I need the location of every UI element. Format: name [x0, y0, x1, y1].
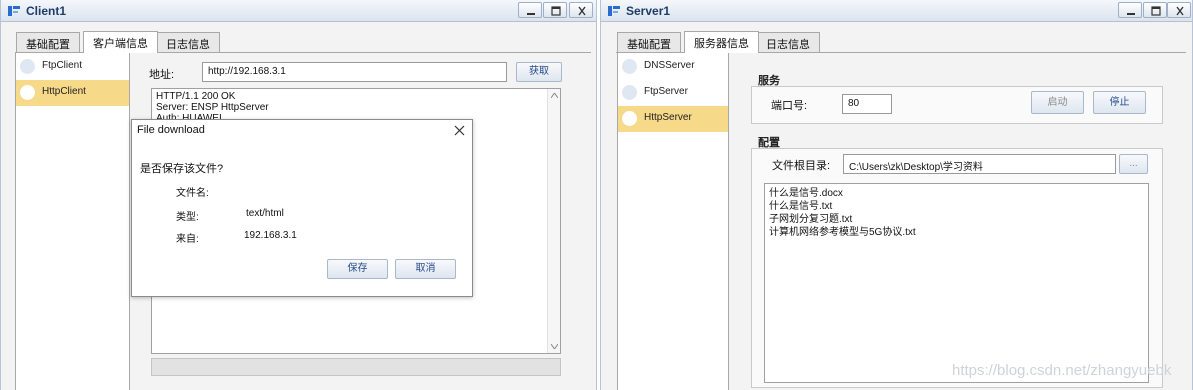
maximize-icon: [551, 6, 561, 16]
client-sidebar: FtpClient HttpClient: [15, 53, 130, 390]
maximize-icon: [1151, 6, 1161, 16]
close-button[interactable]: [569, 2, 593, 18]
httpclient-icon: [20, 85, 35, 100]
sidebar-item-httpserver[interactable]: HttpServer: [618, 106, 728, 132]
ensp-app-icon: [8, 6, 20, 16]
type-value: text/html: [246, 208, 284, 219]
sidebar-item-httpclient[interactable]: HttpClient: [16, 80, 129, 106]
port-input[interactable]: 80: [842, 94, 892, 114]
browse-button[interactable]: ...: [1119, 154, 1148, 174]
server-titlebar[interactable]: Server1: [601, 0, 1192, 22]
scroll-up-icon[interactable]: [551, 93, 558, 98]
dialog-title: File download: [137, 124, 205, 136]
tab-basic-config[interactable]: 基础配置: [617, 32, 681, 52]
from-label: 来自:: [176, 234, 199, 245]
from-value: 192.168.3.1: [244, 230, 297, 241]
list-item[interactable]: 什么是信号.docx: [769, 187, 1144, 200]
minimize-button[interactable]: [1118, 2, 1142, 18]
maximize-button[interactable]: [543, 2, 567, 18]
tab-basic-config[interactable]: 基础配置: [16, 32, 80, 52]
tab-server-info[interactable]: 服务器信息: [684, 31, 759, 53]
start-button[interactable]: 启动: [1031, 91, 1084, 114]
server-window: Server1 基础配置 服务器信息 日志信息 DNSServer FtpSer…: [600, 0, 1193, 390]
root-dir-input[interactable]: C:\Users\zk\Desktop\学习资料: [843, 154, 1116, 174]
ftpclient-icon: [20, 59, 35, 74]
sidebar-item-ftpclient[interactable]: FtpClient: [16, 54, 129, 80]
httpserver-icon: [622, 111, 637, 126]
tab-log-info[interactable]: 日志信息: [756, 32, 820, 52]
dialog-close-icon[interactable]: [454, 125, 465, 136]
list-item[interactable]: 什么是信号.txt: [769, 200, 1144, 213]
dnsserver-icon: [622, 59, 637, 74]
response-scrollbar[interactable]: [547, 89, 560, 353]
file-list[interactable]: 什么是信号.docx 什么是信号.txt 子网划分复习题.txt 计算机网络参考…: [764, 183, 1149, 383]
cancel-button[interactable]: 取消: [395, 259, 456, 279]
list-item[interactable]: 子网划分复习题.txt: [769, 213, 1144, 226]
sidebar-item-dnsserver[interactable]: DNSServer: [618, 54, 728, 80]
stop-button[interactable]: 停止: [1093, 91, 1146, 114]
response-line: Server: ENSP HttpServer: [156, 102, 269, 113]
server-window-title: Server1: [626, 4, 671, 18]
sidebar-item-label: HttpServer: [644, 112, 692, 123]
sidebar-item-label: HttpClient: [42, 86, 86, 97]
config-group: 文件根目录: C:\Users\zk\Desktop\学习资料 ... 什么是信…: [751, 148, 1163, 388]
scroll-down-icon[interactable]: [551, 344, 558, 349]
ftpserver-icon: [622, 85, 637, 100]
sidebar-item-ftpserver[interactable]: FtpServer: [618, 80, 728, 106]
save-button[interactable]: 保存: [327, 259, 388, 279]
tab-log-info[interactable]: 日志信息: [156, 32, 220, 52]
sidebar-item-label: FtpServer: [644, 86, 688, 97]
address-label: 地址:: [149, 69, 175, 81]
server-sidebar: DNSServer FtpServer HttpServer: [617, 53, 729, 390]
minimize-icon: [1127, 13, 1135, 15]
service-group: 端口号: 80 启动 停止: [751, 86, 1163, 124]
fetch-button[interactable]: 获取: [516, 62, 562, 82]
close-icon: [1176, 6, 1184, 16]
address-input[interactable]: http://192.168.3.1: [202, 62, 507, 82]
client-titlebar[interactable]: Client1: [1, 0, 596, 22]
minimize-icon: [527, 13, 535, 15]
ensp-app-icon: [608, 6, 620, 16]
download-progress-bar: [151, 358, 561, 376]
file-download-dialog: File download 是否保存该文件? 文件名: 类型: text/htm…: [131, 119, 473, 297]
client-window-title: Client1: [26, 4, 67, 18]
filename-label: 文件名:: [176, 188, 209, 199]
watermark: https://blog.csdn.net/zhangyuebk: [952, 362, 1172, 379]
maximize-button[interactable]: [1143, 2, 1167, 18]
sidebar-item-label: FtpClient: [42, 60, 83, 71]
list-item[interactable]: 计算机网络参考模型与5G协议.txt: [769, 226, 1144, 239]
root-dir-label: 文件根目录:: [772, 160, 831, 172]
close-button[interactable]: [1167, 2, 1191, 18]
save-prompt: 是否保存该文件?: [140, 163, 224, 175]
response-line: HTTP/1.1 200 OK: [156, 91, 236, 102]
sidebar-item-label: DNSServer: [644, 60, 695, 71]
port-label: 端口号:: [771, 100, 808, 112]
minimize-button[interactable]: [518, 2, 542, 18]
tab-client-info[interactable]: 客户端信息: [83, 31, 158, 53]
close-icon: [578, 6, 586, 16]
type-label: 类型:: [176, 212, 199, 223]
